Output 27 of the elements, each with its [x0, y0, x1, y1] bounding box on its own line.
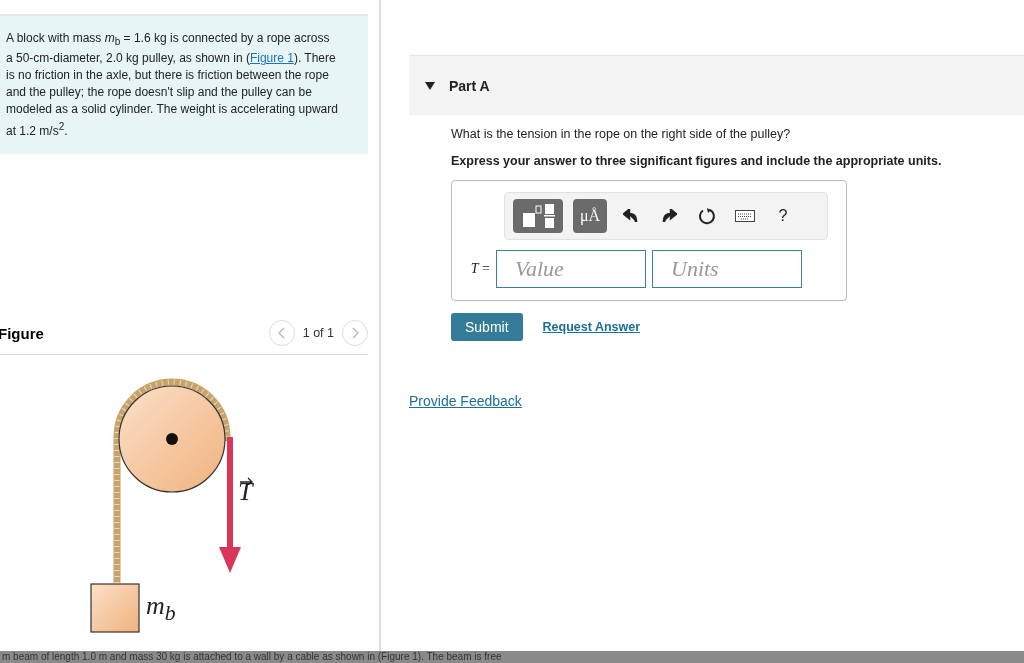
problem-statement: A block with mass m$_{b}$ = 1.6 kg is connected by a rope across a 50-cm-diameter, 2.0 kg pulley, as shown in (Figure 1). There is no friction in the axle, but there is friction between the rope and the pulley; the rope doesn't slip and the pulley can be modeled as a solid cylinder. The weight is accelerating upward at 1.2 m/s$^{2}$. — [0, 14, 368, 155]
page-counter: 1 of 1 — [302, 326, 334, 341]
chevron-right-icon — [351, 327, 359, 340]
value-field[interactable]: Value — [496, 250, 646, 288]
request-answer-link[interactable]: Request Answer — [542, 320, 641, 334]
chevron-left-icon — [277, 327, 286, 340]
templates-button[interactable] — [513, 199, 563, 233]
mass-label: m$_{b}$ — [146, 591, 176, 627]
undo-icon — [623, 209, 639, 223]
submit-button[interactable]: Submit — [451, 313, 523, 341]
caret-icon — [425, 81, 435, 90]
templates-icon — [521, 203, 555, 229]
units-field[interactable]: Units — [652, 250, 802, 288]
units-button[interactable]: μÅ — [573, 199, 607, 233]
block-drawing — [90, 583, 142, 636]
help-button[interactable]: ? — [769, 202, 797, 230]
tension-label: T — [238, 477, 253, 508]
instruction-text: Express your answer to three significant figures and include the appropriate units. — [451, 154, 943, 168]
keyboard-icon — [735, 210, 755, 222]
part-header[interactable]: Part A — [409, 55, 1024, 115]
reset-icon — [698, 207, 716, 225]
variable-label: T = — [469, 261, 490, 277]
figure-link[interactable]: Figure 1 — [249, 51, 294, 66]
overlapping-text-strip: m beam of length 1.0 m and mass 30 kg is attached to a wall by a cable as shown in (Figure 1). The beam is free — [0, 651, 1024, 663]
feedback-link[interactable]: Provide Feedback — [409, 393, 522, 409]
redo-icon — [661, 209, 677, 223]
question-text: What is the tension in the rope on the right side of the pulley? — [451, 127, 792, 141]
